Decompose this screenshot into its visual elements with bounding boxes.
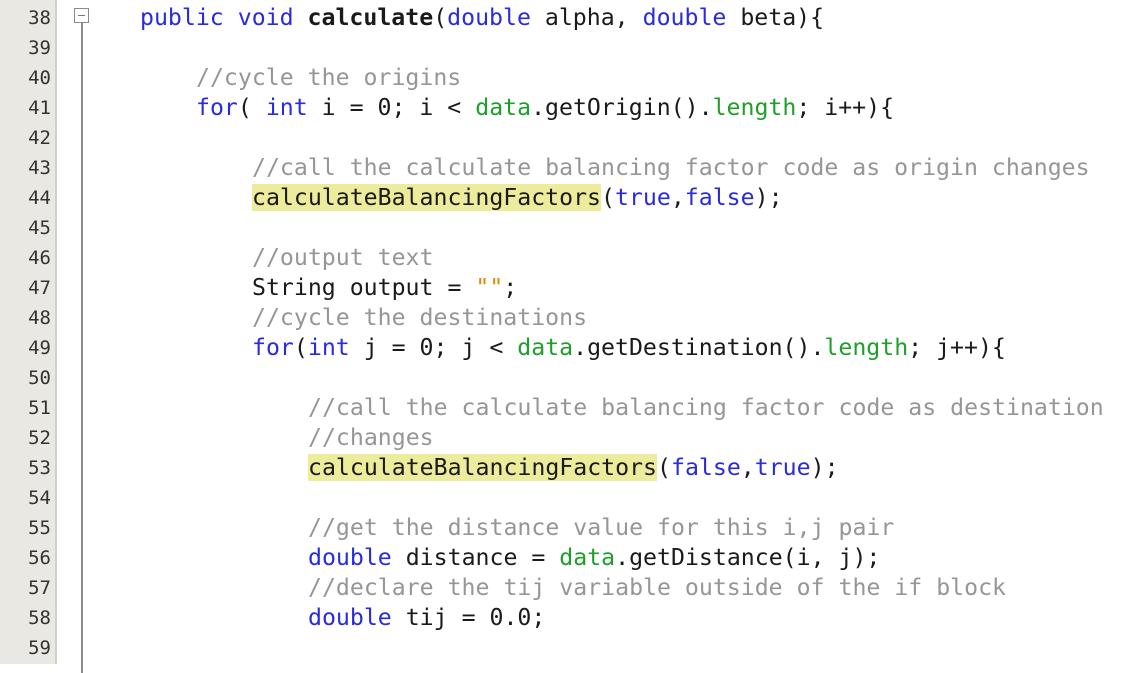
line-number: 57 xyxy=(28,577,51,599)
line-number: 51 xyxy=(28,397,51,419)
line-number: 54 xyxy=(28,487,51,509)
code-keyword: for xyxy=(252,334,294,361)
code-token: ( xyxy=(657,454,671,481)
code-token: ); xyxy=(754,184,783,211)
code-line[interactable]: String output = ""; xyxy=(252,273,517,303)
code-line[interactable]: //declare the tij variable outside of th… xyxy=(308,573,1006,603)
code-token: String output = xyxy=(252,274,476,301)
line-number: 44 xyxy=(28,187,51,209)
code-token: calculate xyxy=(307,4,434,31)
line-number: 39 xyxy=(28,37,51,59)
line-number: 45 xyxy=(28,217,51,239)
line-number-gutter: 38 39 40 41 42 43 44 45 46 47 48 49 50 51 52 53 54 55 56 57… xyxy=(0,0,57,664)
line-number: 55 xyxy=(28,517,51,539)
code-line[interactable]: //cycle the origins xyxy=(196,63,461,93)
code-token: "" xyxy=(475,274,504,301)
code-token: length xyxy=(824,334,909,361)
code-comment: //call the calculate balancing factor co… xyxy=(252,154,1090,181)
code-token: ( xyxy=(293,334,308,361)
code-line[interactable]: //output text xyxy=(252,243,433,273)
code-token: data xyxy=(517,334,574,361)
code-comment: //changes xyxy=(308,424,434,451)
line-number: 48 xyxy=(28,307,51,329)
code-line[interactable]: //changes xyxy=(308,423,434,453)
code-line[interactable]: for( int i = 0; i < data.getOrigin().len… xyxy=(196,93,894,123)
code-token: .getDistance(i, j); xyxy=(615,544,881,571)
code-line[interactable]: //call the calculate balancing factor co… xyxy=(252,153,1090,183)
code-comment: //cycle the origins xyxy=(196,64,462,91)
line-number: 59 xyxy=(28,637,51,659)
code-keyword: int xyxy=(265,94,308,121)
code-token: tij = 0.0; xyxy=(391,604,546,631)
code-line[interactable]: double distance = data.getDistance(i, j)… xyxy=(308,543,880,573)
code-token: j = 0; j < xyxy=(349,334,518,361)
code-keyword: double xyxy=(308,544,392,571)
code-keyword: double xyxy=(308,604,392,631)
code-token: ( xyxy=(433,4,448,31)
code-token: length xyxy=(712,94,797,121)
line-number: 47 xyxy=(28,277,51,299)
code-keyword: for xyxy=(196,94,238,121)
code-keyword: false xyxy=(684,184,755,211)
code-line[interactable]: public void calculate(double alpha, doub… xyxy=(140,3,824,33)
code-token: , xyxy=(740,454,755,481)
code-token: ; xyxy=(503,274,518,301)
code-keyword: true xyxy=(754,454,811,481)
code-comment: //get the distance value for this i,j pa… xyxy=(308,514,895,541)
code-token: alpha, xyxy=(530,4,643,31)
code-keyword: public xyxy=(140,4,224,31)
line-number: 53 xyxy=(28,457,51,479)
highlighted-identifier: calculateBalancingFactors xyxy=(308,454,658,481)
code-line[interactable]: calculateBalancingFactors(false,true); xyxy=(308,453,839,483)
line-number: 46 xyxy=(28,247,51,269)
line-number: 49 xyxy=(28,337,51,359)
line-number: 56 xyxy=(28,547,51,569)
code-line[interactable]: //get the distance value for this i,j pa… xyxy=(308,513,894,543)
code-line[interactable]: calculateBalancingFactors(true,false); xyxy=(252,183,783,213)
code-keyword: int xyxy=(307,334,350,361)
code-token: ( xyxy=(601,184,615,211)
line-number: 43 xyxy=(28,157,51,179)
code-keyword: false xyxy=(670,454,741,481)
line-number: 58 xyxy=(28,607,51,629)
code-token: .getDestination(). xyxy=(573,334,825,361)
code-keyword: void xyxy=(237,4,294,31)
code-token: ); xyxy=(810,454,839,481)
code-token: ; j++){ xyxy=(908,334,1006,361)
code-keyword: double xyxy=(447,4,531,31)
code-token: , xyxy=(670,184,685,211)
line-number: 41 xyxy=(28,97,51,119)
code-line[interactable]: for(int j = 0; j < data.getDestination()… xyxy=(252,333,1006,363)
code-token: .getOrigin(). xyxy=(531,94,713,121)
line-number: 42 xyxy=(28,127,51,149)
highlighted-identifier: calculateBalancingFactors xyxy=(252,184,602,211)
code-line[interactable]: //call the calculate balancing factor co… xyxy=(308,393,1104,423)
line-number: 40 xyxy=(28,67,51,89)
code-keyword: double xyxy=(642,4,727,31)
code-token: ; i++){ xyxy=(796,94,895,121)
code-comment: //cycle the destinations xyxy=(252,304,588,331)
fold-collapse-icon[interactable] xyxy=(74,8,89,23)
code-token: beta){ xyxy=(726,4,825,31)
code-line[interactable]: double tij = 0.0; xyxy=(308,603,545,633)
line-number: 38 xyxy=(28,7,51,29)
code-token: ( xyxy=(237,94,266,121)
code-comment: //call the calculate balancing factor co… xyxy=(308,394,1104,421)
code-token: i = 0; i < xyxy=(307,94,476,121)
code-token: data xyxy=(475,94,532,121)
line-number: 52 xyxy=(28,427,51,449)
code-comment: //output text xyxy=(252,244,434,271)
code-line[interactable]: //cycle the destinations xyxy=(252,303,587,333)
code-comment: //declare the tij variable outside of th… xyxy=(308,574,1007,601)
code-token: data xyxy=(559,544,616,571)
line-number: 50 xyxy=(28,367,51,389)
code-keyword: true xyxy=(614,184,671,211)
code-token: distance = xyxy=(391,544,560,571)
fold-guide-line xyxy=(81,23,83,673)
